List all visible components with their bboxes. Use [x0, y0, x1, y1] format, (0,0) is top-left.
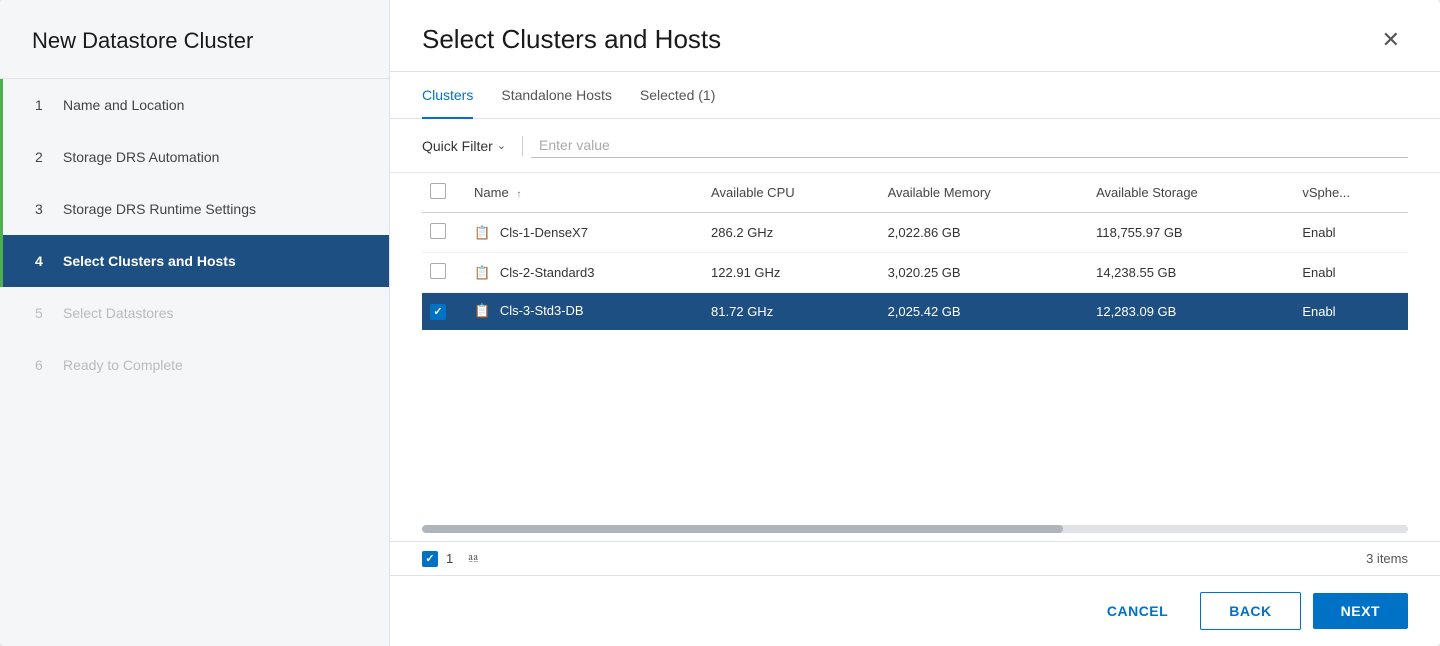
- tab-clusters[interactable]: Clusters: [422, 73, 473, 119]
- step-num: 2: [35, 149, 51, 165]
- step-num: 3: [35, 201, 51, 217]
- sidebar-step-4[interactable]: 4 Select Clusters and Hosts: [0, 235, 389, 287]
- row-checkbox[interactable]: [430, 223, 446, 239]
- row-checkbox[interactable]: [430, 263, 446, 279]
- header-storage: Available Storage: [1084, 173, 1290, 213]
- row-vsphere: Enabl: [1290, 253, 1408, 293]
- filter-bar: Quick Filter ⌄: [390, 119, 1440, 173]
- row-memory: 3,020.25 GB: [876, 253, 1085, 293]
- row-cpu: 122.91 GHz: [699, 253, 876, 293]
- step-label: Name and Location: [63, 97, 184, 113]
- row-checkbox-cell: [422, 253, 462, 293]
- sidebar: New Datastore Cluster 1 Name and Location…: [0, 0, 390, 646]
- row-memory: 2,022.86 GB: [876, 213, 1085, 253]
- row-name: 📋 Cls-3-Std3-DB: [462, 293, 699, 330]
- row-vsphere: Enabl: [1290, 293, 1408, 330]
- sidebar-step-3[interactable]: 3 Storage DRS Runtime Settings: [0, 183, 389, 235]
- cancel-button[interactable]: CANCEL: [1087, 593, 1188, 629]
- chevron-down-icon: ⌄: [497, 139, 506, 152]
- header-memory: Available Memory: [876, 173, 1085, 213]
- row-storage: 12,283.09 GB: [1084, 293, 1290, 330]
- row-checkbox-cell: [422, 293, 462, 330]
- row-vsphere: Enabl: [1290, 213, 1408, 253]
- main-header: Select Clusters and Hosts ✕: [390, 0, 1440, 72]
- row-cpu: 286.2 GHz: [699, 213, 876, 253]
- row-name: 📋 Cls-2-Standard3: [462, 253, 699, 293]
- footer-items-count: 3 items: [1366, 551, 1408, 566]
- header-cpu: Available CPU: [699, 173, 876, 213]
- footer-columns-icon: ⎂: [467, 550, 479, 567]
- tabs-bar: Clusters Standalone Hosts Selected (1): [390, 72, 1440, 119]
- footer-selected-count: 1: [446, 551, 453, 566]
- scrollbar-thumb: [422, 525, 1063, 533]
- action-bar: CANCEL BACK NEXT: [390, 575, 1440, 646]
- footer-selected: 1 ⎂: [422, 550, 479, 567]
- step-num: 5: [35, 305, 51, 321]
- step-num: 4: [35, 253, 51, 269]
- row-checkbox[interactable]: [430, 304, 446, 320]
- step-label: Select Datastores: [63, 305, 174, 321]
- header-vsphere: vSphe...: [1290, 173, 1408, 213]
- cluster-icon: 📋: [474, 225, 490, 241]
- filter-input[interactable]: [539, 133, 1408, 157]
- dialog: New Datastore Cluster 1 Name and Location…: [0, 0, 1440, 646]
- row-storage: 14,238.55 GB: [1084, 253, 1290, 293]
- clusters-table: Name ↑ Available CPU Available Memory Av…: [422, 173, 1408, 330]
- select-all-checkbox[interactable]: [430, 183, 446, 199]
- table-header-row: Name ↑ Available CPU Available Memory Av…: [422, 173, 1408, 213]
- sidebar-step-2[interactable]: 2 Storage DRS Automation: [0, 131, 389, 183]
- step-num: 6: [35, 357, 51, 373]
- row-storage: 118,755.97 GB: [1084, 213, 1290, 253]
- filter-divider: [522, 136, 523, 156]
- cluster-icon: 📋: [474, 265, 490, 281]
- step-label: Select Clusters and Hosts: [63, 253, 236, 269]
- scrollbar-area: [390, 517, 1440, 541]
- row-cpu: 81.72 GHz: [699, 293, 876, 330]
- table-row[interactable]: 📋 Cls-3-Std3-DB 81.72 GHz 2,025.42 GB 12…: [422, 293, 1408, 330]
- step-label: Ready to Complete: [63, 357, 183, 373]
- table-body: 📋 Cls-1-DenseX7 286.2 GHz 2,022.86 GB 11…: [422, 213, 1408, 330]
- footer-bar: 1 ⎂ 3 items: [390, 541, 1440, 575]
- tab-standalone-hosts[interactable]: Standalone Hosts: [501, 73, 612, 119]
- table-row[interactable]: 📋 Cls-1-DenseX7 286.2 GHz 2,022.86 GB 11…: [422, 213, 1408, 253]
- filter-dropdown-label: Quick Filter: [422, 138, 493, 154]
- sort-arrow-icon: ↑: [516, 189, 521, 200]
- sidebar-step-6: 6 Ready to Complete: [0, 339, 389, 391]
- step-num: 1: [35, 97, 51, 113]
- horizontal-scrollbar[interactable]: [422, 525, 1408, 533]
- header-name: Name ↑: [462, 173, 699, 213]
- tab-selected[interactable]: Selected (1): [640, 73, 715, 119]
- sidebar-step-1[interactable]: 1 Name and Location: [0, 79, 389, 131]
- next-button[interactable]: NEXT: [1313, 593, 1408, 629]
- back-button[interactable]: BACK: [1200, 592, 1300, 630]
- table-container: Name ↑ Available CPU Available Memory Av…: [390, 173, 1440, 517]
- quick-filter-dropdown[interactable]: Quick Filter ⌄: [422, 134, 514, 158]
- header-checkbox-col: [422, 173, 462, 213]
- table-row[interactable]: 📋 Cls-2-Standard3 122.91 GHz 3,020.25 GB…: [422, 253, 1408, 293]
- row-checkbox-cell: [422, 213, 462, 253]
- row-memory: 2,025.42 GB: [876, 293, 1085, 330]
- sidebar-title: New Datastore Cluster: [0, 0, 389, 79]
- step-label: Storage DRS Automation: [63, 149, 219, 165]
- filter-input-container: [531, 133, 1408, 158]
- close-button[interactable]: ✕: [1374, 25, 1408, 55]
- footer-selected-checkbox[interactable]: [422, 551, 438, 567]
- row-name: 📋 Cls-1-DenseX7: [462, 213, 699, 253]
- sidebar-steps: 1 Name and Location 2 Storage DRS Automatio…: [0, 79, 389, 391]
- main-panel: Select Clusters and Hosts ✕ Clusters Stan…: [390, 0, 1440, 646]
- cluster-icon: 📋: [474, 303, 490, 319]
- main-title: Select Clusters and Hosts: [422, 24, 721, 55]
- sidebar-step-5: 5 Select Datastores: [0, 287, 389, 339]
- step-label: Storage DRS Runtime Settings: [63, 201, 256, 217]
